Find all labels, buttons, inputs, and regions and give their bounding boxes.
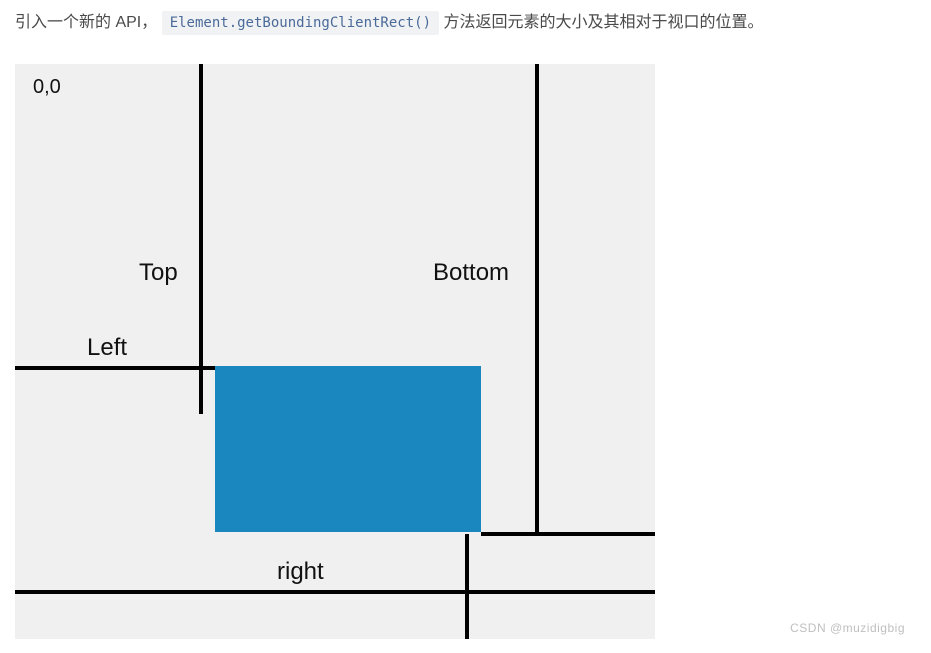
line-bottom-vertical	[535, 64, 539, 534]
label-bottom: Bottom	[433, 259, 509, 287]
intro-suffix: 方法返回元素的大小及其相对于视口的位置。	[443, 14, 763, 31]
element-rect	[215, 366, 481, 532]
line-right-vertical	[465, 534, 469, 639]
label-left: Left	[87, 334, 127, 362]
watermark: CSDN @muzidigbig	[790, 621, 905, 635]
intro-text: 引入一个新的 API， Element.getBoundingClientRec…	[0, 0, 931, 44]
label-right: right	[277, 558, 324, 586]
line-top-vertical	[199, 64, 203, 414]
line-right-horizontal	[15, 590, 655, 594]
line-left-horizontal	[15, 366, 215, 370]
line-bottom-horizontal	[481, 532, 655, 536]
bounding-rect-diagram: 0,0 Top Bottom Left right	[15, 64, 655, 639]
code-snippet: Element.getBoundingClientRect()	[162, 11, 439, 35]
label-top: Top	[139, 259, 178, 287]
origin-label: 0,0	[33, 76, 61, 99]
intro-prefix: 引入一个新的 API，	[15, 14, 157, 31]
